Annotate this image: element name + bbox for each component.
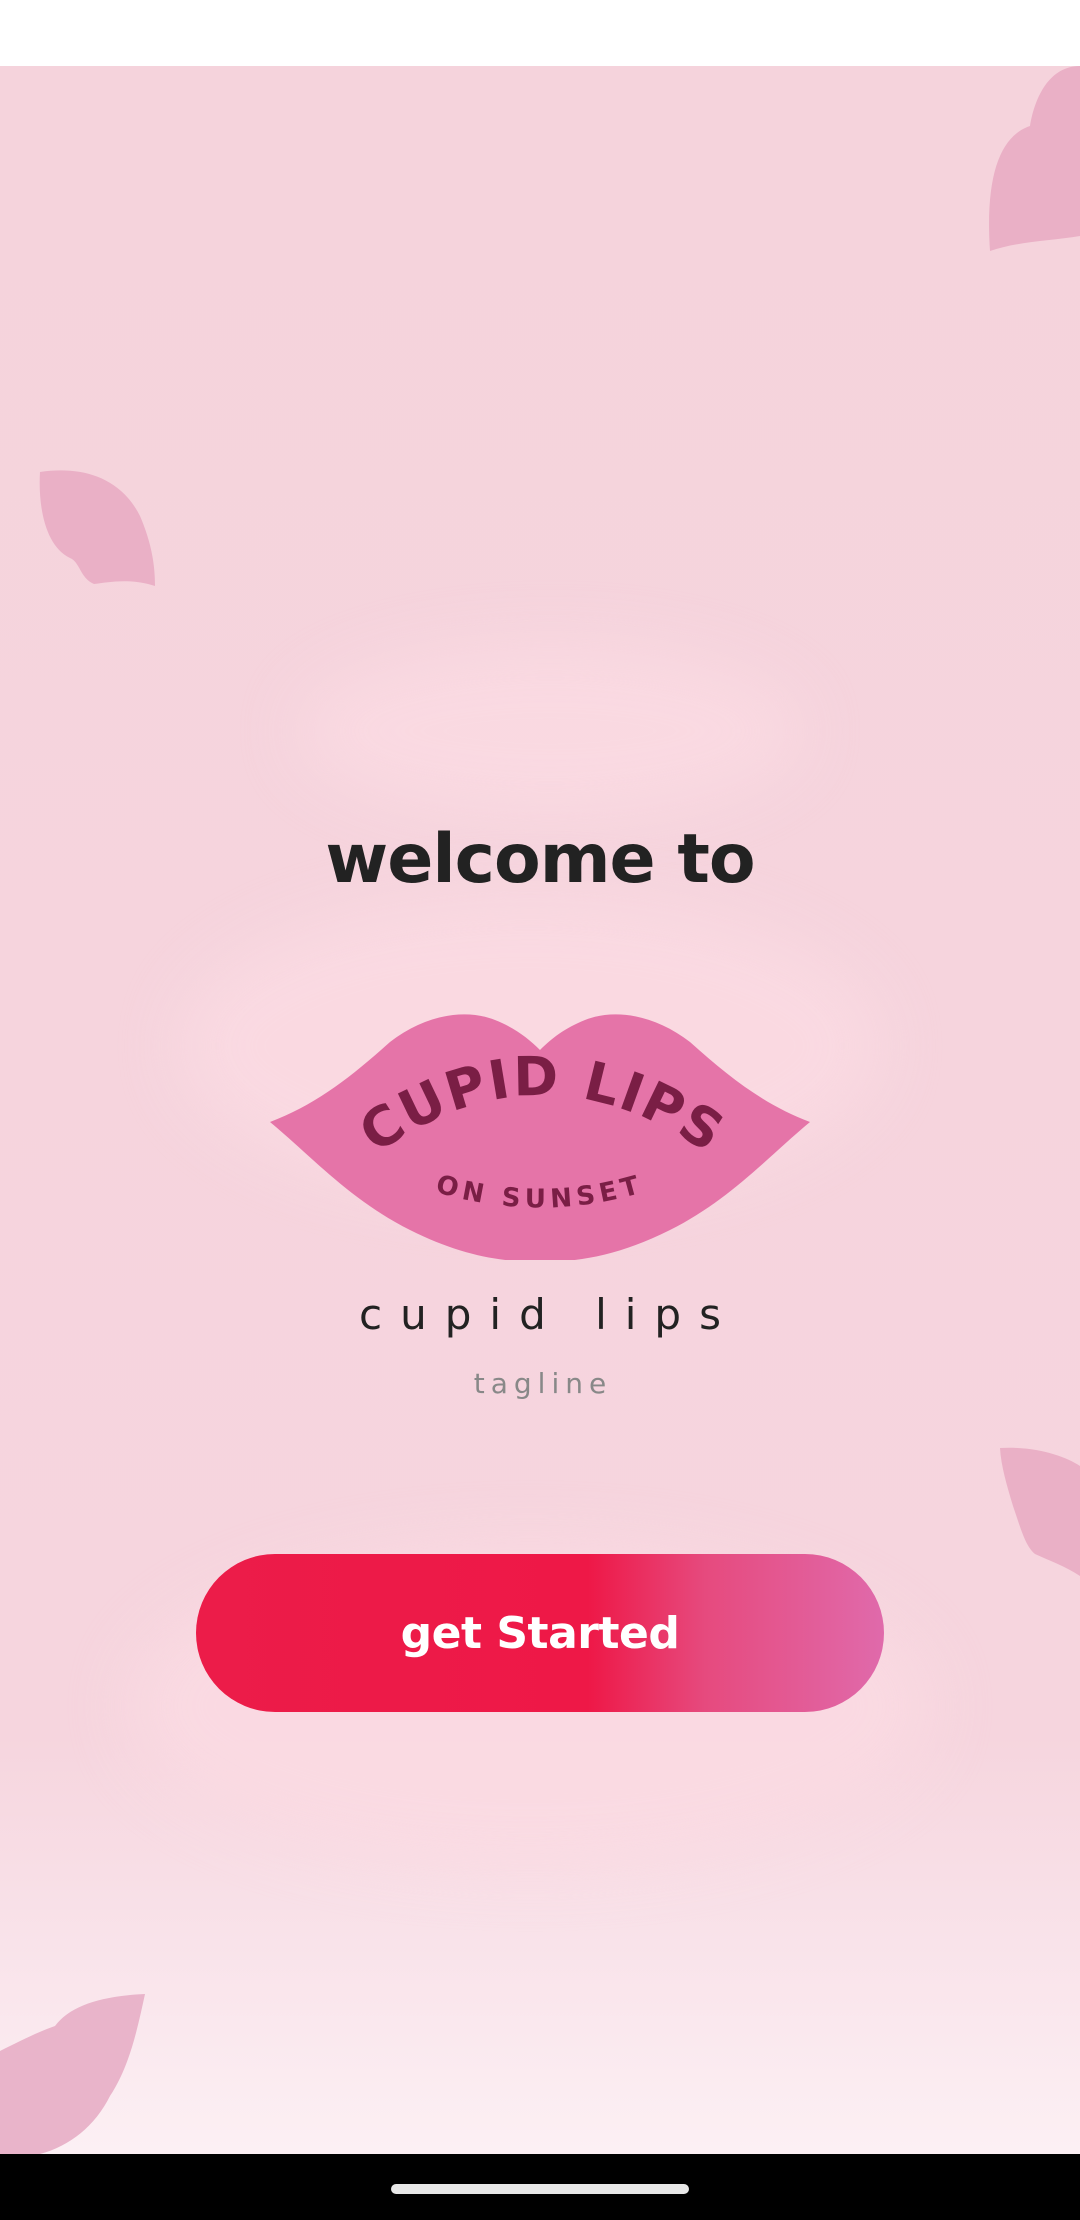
welcome-background: welcome to CUPID LIPS ON SUNSET cupid li… [0, 66, 1080, 2154]
lip-petal-icon [39, 470, 155, 586]
brand-name: cupid lips [359, 1290, 739, 1339]
background-glow [300, 646, 800, 816]
cupid-lips-logo: CUPID LIPS ON SUNSET [270, 1014, 810, 1260]
status-bar [0, 0, 1080, 66]
navigation-bar [0, 2154, 1080, 2220]
lip-petal-icon [1000, 1447, 1080, 1576]
get-started-button[interactable]: get Started [196, 1554, 884, 1712]
home-indicator[interactable] [391, 2184, 689, 2194]
brand-tagline: tagline [473, 1367, 613, 1400]
welcome-title: welcome to [325, 820, 755, 899]
lip-petal-icon [0, 1994, 145, 2154]
screen: welcome to CUPID LIPS ON SUNSET cupid li… [0, 0, 1080, 2220]
lip-petal-icon [989, 66, 1080, 251]
